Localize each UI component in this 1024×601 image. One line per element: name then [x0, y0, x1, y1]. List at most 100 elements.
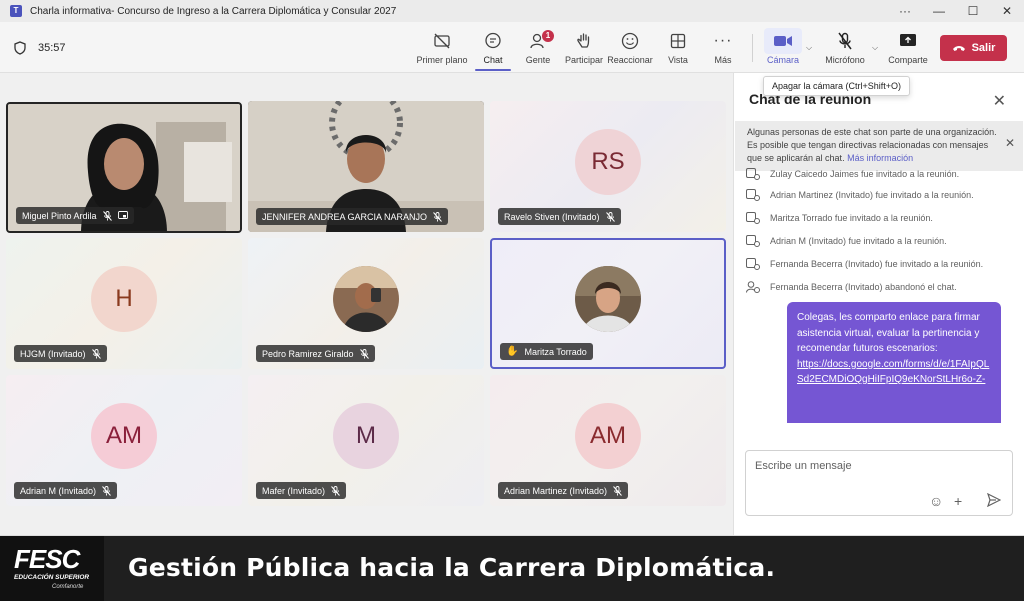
participant-name: Maritza Torrado	[524, 346, 587, 357]
participant-tile[interactable]: Pedro Ramirez Giraldo	[248, 238, 484, 369]
chat-label: Chat	[483, 54, 503, 65]
participant-name: Miguel Pinto Ardila	[22, 210, 97, 221]
view-button[interactable]: Vista	[662, 22, 694, 73]
microphone-options-chevron-icon[interactable]: ⌵	[872, 43, 878, 53]
teams-window: T Charla informativa- Concurso de Ingres…	[0, 0, 1024, 536]
participant-tile[interactable]: AM Adrian Martinez (Invitado)	[490, 375, 726, 506]
share-button[interactable]: Comparte	[886, 22, 930, 73]
chat-message-link[interactable]: https://docs.google.com/forms/d/e/1FAIpQ…	[797, 357, 991, 388]
camera-button[interactable]: Cámara	[764, 22, 802, 73]
participant-tile[interactable]: ✋ Maritza Torrado	[490, 238, 726, 369]
shield-icon	[14, 41, 26, 55]
participant-name: Mafer (Invitado)	[262, 485, 326, 496]
window-title: Charla informativa- Concurso de Ingreso …	[30, 5, 397, 17]
camera-label: Cámara	[766, 54, 799, 65]
participant-tile[interactable]: RS Ravelo Stiven (Invitado)	[490, 101, 726, 232]
title-bar: T Charla informativa- Concurso de Ingres…	[0, 0, 1024, 22]
system-message-text: Adrian M (Invitado) fue invitado a la re…	[770, 235, 947, 246]
participant-photo	[333, 265, 399, 332]
more-icon: ···	[713, 31, 733, 49]
participant-tile[interactable]: Miguel Pinto Ardila	[6, 102, 242, 233]
participant-avatar: AM	[575, 402, 641, 469]
system-message: Fernanda Becerra (Invitado) fue invitado…	[746, 252, 1016, 275]
dismiss-notice-icon[interactable]: ✕	[1005, 137, 1015, 150]
participant-name: Adrian M (Invitado)	[20, 485, 97, 496]
participant-avatar: AM	[91, 402, 157, 469]
system-message-text: Maritza Torrado fue invitado a la reunió…	[770, 212, 933, 223]
mic-off-icon	[331, 485, 340, 496]
system-message: Adrian Martinez (Invitado) fue invitado …	[746, 183, 1016, 206]
close-window-button[interactable]: ✕	[990, 0, 1024, 22]
participant-avatar: RS	[575, 128, 641, 195]
participant-tile[interactable]: AM Adrian M (Invitado)	[6, 375, 242, 506]
maximize-button[interactable]: ☐	[956, 0, 990, 22]
send-icon[interactable]	[986, 492, 1002, 510]
message-input[interactable]	[755, 460, 995, 472]
spotlight-button[interactable]: Primer plano	[416, 22, 468, 73]
add-icon[interactable]: +	[954, 493, 962, 509]
learn-more-link[interactable]: Más información	[847, 153, 913, 163]
invite-icon	[746, 234, 760, 247]
participant-avatar: M	[333, 402, 399, 469]
lower-third-banner: FESC EDUCACIÓN SUPERIOR Comfanorte Gesti…	[0, 536, 1024, 601]
system-message: Adrian M (Invitado) fue invitado a la re…	[746, 229, 1016, 252]
participant-tile[interactable]: M Mafer (Invitado)	[248, 375, 484, 506]
screen-share-icon	[117, 211, 128, 219]
participant-name: Ravelo Stiven (Invitado)	[504, 211, 600, 222]
close-chat-icon[interactable]: ✕	[993, 91, 1006, 111]
chat-message-bubble[interactable]: Colegas, les comparto enlace para firmar…	[787, 302, 1001, 423]
system-message: Maritza Torrado fue invitado a la reunió…	[746, 206, 1016, 229]
system-messages: Zulay Caicedo Jaimes fue invitado a la r…	[746, 168, 1016, 298]
more-label: Más	[714, 54, 732, 65]
share-icon	[899, 31, 917, 51]
participant-name: Adrian Martinez (Invitado)	[504, 485, 608, 496]
video-stage: Miguel Pinto Ardila JENNIFER ANDREA GARC…	[0, 73, 733, 535]
teams-logo-icon: T	[10, 5, 22, 17]
more-button[interactable]: ··· Más	[708, 22, 738, 73]
participant-name-tag: HJGM (Invitado)	[14, 345, 107, 362]
meeting-timer: 35:57	[38, 42, 66, 54]
more-options-icon[interactable]: ···	[888, 0, 922, 22]
camera-options-chevron-icon[interactable]: ⌵	[806, 43, 812, 53]
participant-photo	[575, 265, 641, 332]
react-button[interactable]: Reaccionar	[607, 22, 653, 73]
leave-label: Salir	[971, 42, 996, 54]
toolbar-separator	[752, 34, 753, 62]
fesc-logo: FESC EDUCACIÓN SUPERIOR Comfanorte	[0, 536, 104, 601]
logo-partner: Comfanorte	[52, 584, 84, 590]
participant-name-tag: Adrian M (Invitado)	[14, 482, 118, 499]
mic-off-icon	[837, 31, 853, 51]
phone-hangup-icon	[952, 46, 965, 51]
people-button[interactable]: 1 Gente	[520, 22, 556, 73]
spotlight-label: Primer plano	[416, 54, 468, 65]
people-label: Gente	[525, 54, 551, 65]
camera-tooltip: Apagar la cámara (Ctrl+Shift+O)	[763, 76, 911, 96]
minimize-button[interactable]: —	[922, 0, 956, 22]
chat-button[interactable]: Chat	[474, 22, 512, 73]
logo-subtitle: EDUCACIÓN SUPERIOR	[14, 574, 90, 581]
participant-name-tag: Mafer (Invitado)	[256, 482, 347, 499]
message-composer: ☺ +	[745, 450, 1013, 516]
raise-hand-button[interactable]: Participar	[562, 22, 606, 73]
mic-off-icon	[91, 348, 101, 359]
participant-tile[interactable]: JENNIFER ANDREA GARCIA NARANJO	[248, 101, 484, 232]
mic-off-icon	[605, 211, 615, 222]
smile-icon	[621, 31, 639, 51]
grid-view-icon	[670, 31, 686, 51]
microphone-button[interactable]: Micrófono	[822, 22, 868, 73]
spotlight-off-icon	[433, 31, 451, 51]
participant-name: Pedro Ramirez Giraldo	[262, 348, 354, 359]
system-message-text: Zulay Caicedo Jaimes fue invitado a la r…	[770, 169, 960, 179]
person-left-icon	[746, 280, 760, 293]
emoji-icon[interactable]: ☺	[929, 493, 943, 509]
chat-message-text: Colegas, les comparto enlace para firmar…	[797, 312, 980, 354]
participant-name-tag: Pedro Ramirez Giraldo	[256, 345, 375, 362]
participant-name-tag: JENNIFER ANDREA GARCIA NARANJO	[256, 208, 449, 225]
raise-hand-icon	[575, 31, 593, 51]
participant-tile[interactable]: H HJGM (Invitado)	[6, 238, 242, 369]
participant-name-tag: Ravelo Stiven (Invitado)	[498, 208, 621, 225]
mic-off-icon	[102, 210, 112, 221]
participant-avatar: H	[91, 265, 157, 332]
leave-button[interactable]: Salir	[940, 35, 1007, 61]
mic-off-icon	[359, 348, 369, 359]
